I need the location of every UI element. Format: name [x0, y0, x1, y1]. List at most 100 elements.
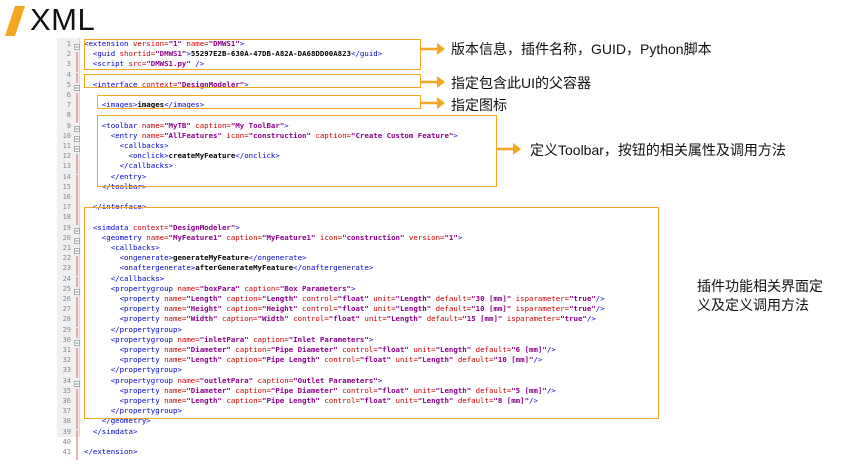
arrow-version-icon: [421, 43, 445, 55]
fold-guide: [74, 182, 79, 195]
annotation-icon: 指定图标: [451, 97, 507, 113]
line-number: 2: [66, 50, 71, 59]
fold-guide: [74, 416, 79, 430]
arrow-toolbar-icon: [497, 143, 521, 155]
line-number: 1: [66, 40, 71, 48]
fold-guide: [74, 396, 79, 409]
fold-guide: [74, 151, 79, 165]
highlight-box-extension: [84, 39, 421, 70]
line-number: 20: [62, 233, 71, 242]
fold-marker-icon[interactable]: [74, 39, 80, 50]
line-number: 32: [62, 356, 71, 365]
fold-marker-icon[interactable]: [74, 121, 80, 132]
line-number: 12: [62, 152, 71, 161]
line-number: 17: [62, 203, 71, 212]
fold-marker-icon[interactable]: [74, 141, 80, 152]
annotation-parent-container: 指定包含此UI的父容器: [451, 75, 591, 91]
fold-guide: [74, 172, 79, 185]
fold-guide: [74, 447, 79, 460]
highlight-box-images: [97, 95, 421, 109]
fold-guide: [74, 263, 79, 277]
fold-guide: [74, 59, 79, 73]
line-number: 18: [62, 213, 71, 222]
line-number: 31: [62, 346, 71, 354]
line-number: 28: [62, 315, 71, 324]
line-number: 36: [62, 397, 71, 405]
fold-marker-icon[interactable]: [74, 335, 80, 346]
fold-guide: [74, 49, 79, 63]
line-number: 10: [62, 131, 71, 140]
line-number: 29: [62, 325, 71, 334]
line-number: 23: [62, 264, 71, 273]
fold-marker-icon[interactable]: [74, 284, 80, 295]
line-number: 4: [66, 70, 71, 79]
code-token: </extension>: [84, 447, 138, 456]
highlight-box-toolbar: [97, 115, 497, 187]
code-line: </extension>: [84, 447, 137, 457]
fold-guide: [74, 202, 79, 216]
highlight-box-interface: [84, 74, 421, 88]
fold-guide: [74, 355, 79, 369]
line-number: 19: [62, 223, 71, 232]
page-title: XML: [30, 2, 96, 37]
line-number: 11: [62, 142, 71, 150]
fold-guide: [74, 161, 79, 175]
line-number: 22: [62, 254, 71, 263]
fold-guide: [74, 70, 79, 83]
line-number: 16: [62, 193, 71, 201]
fold-guide: [74, 274, 79, 287]
fold-marker-icon[interactable]: [74, 80, 80, 91]
line-number: 9: [66, 121, 71, 130]
line-number: 13: [62, 162, 71, 171]
fold-guide: [74, 427, 79, 440]
line-number: 6: [66, 91, 71, 99]
fold-marker-icon[interactable]: [74, 131, 80, 142]
line-number: 7: [66, 101, 71, 110]
line-number: 5: [66, 80, 71, 89]
line-number: 33: [62, 366, 71, 375]
line-number: 27: [62, 305, 71, 314]
fold-guide: [74, 110, 79, 124]
annotation-version-info: 版本信息，插件名称，GUID，Python脚本: [451, 41, 712, 57]
slash-logo-icon: [5, 6, 25, 36]
fold-marker-icon[interactable]: [74, 376, 80, 387]
fold-guide: [74, 304, 79, 318]
line-number: 21: [62, 244, 71, 252]
fold-guide: [74, 314, 79, 328]
line-number: 25: [62, 284, 71, 293]
line-number: 40: [62, 437, 71, 446]
fold-guide: [74, 437, 79, 450]
annotation-feature-line1: 插件功能相关界面定: [697, 278, 823, 294]
fold-guide: [74, 192, 79, 205]
arrow-interface-icon: [421, 76, 445, 88]
fold-marker-icon[interactable]: [74, 243, 80, 254]
arrow-images-icon: [421, 97, 445, 109]
line-number: 26: [62, 295, 71, 303]
fold-marker-icon[interactable]: [74, 233, 80, 244]
annotation-feature-line2: 义及定义调用方法: [697, 297, 809, 313]
fold-marker-icon[interactable]: [74, 223, 80, 234]
annotation-toolbar: 定义Toolbar，按钮的相关属性及调用方法: [530, 142, 786, 158]
line-number: 37: [62, 407, 71, 416]
line-number: 24: [62, 274, 71, 283]
line-number: 14: [62, 172, 71, 181]
fold-guide: [74, 325, 79, 338]
line-number: 41: [62, 448, 71, 456]
fold-guide: [74, 253, 79, 267]
fold-guide: [74, 90, 79, 103]
fold-guide: [74, 386, 79, 399]
fold-guide: [74, 345, 79, 358]
line-number: 35: [62, 386, 71, 395]
highlight-box-simdata: [84, 207, 659, 419]
fold-guide: [74, 100, 79, 114]
line-number: 30: [62, 335, 71, 344]
fold-guide: [74, 212, 79, 226]
fold-guide: [74, 365, 79, 379]
line-number: 3: [66, 60, 71, 69]
code-line: </simdata>: [84, 426, 138, 437]
line-number: 34: [62, 376, 71, 385]
fold-guide: [74, 294, 79, 307]
fold-guide: [74, 406, 79, 420]
line-number: 8: [66, 111, 71, 120]
code-token: </simdata>: [84, 426, 138, 436]
